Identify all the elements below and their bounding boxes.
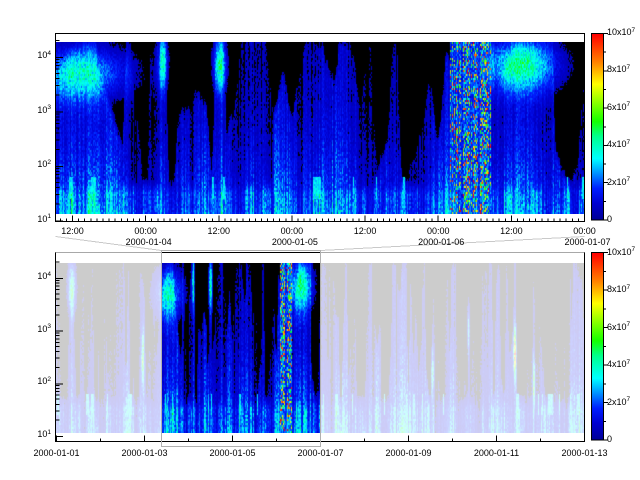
tick-mantissa: 10 <box>37 214 47 224</box>
colorbar-tick-value: 2x10 <box>607 177 627 187</box>
tick-exponent: 3 <box>47 104 51 111</box>
colorbar-tick-value: 0 <box>607 214 612 224</box>
bottom-y-tick-label: 103 <box>14 325 51 335</box>
tick-mantissa: 10 <box>37 159 47 169</box>
bottom-y-tick-label: 102 <box>14 377 51 387</box>
bottom-y-tick-label: 101 <box>14 430 51 440</box>
top-x-tick-time: 12:00 <box>61 227 84 236</box>
colorbar-tick-exponent: 7 <box>627 64 631 71</box>
colorbar-tick-exponent: 7 <box>627 139 631 146</box>
context-colorbar-tick-label: 2x107 <box>607 398 630 408</box>
tick-mantissa: 10 <box>37 429 47 439</box>
colorbar-tick-value: 0 <box>607 434 612 444</box>
colorbar-tick-exponent: 7 <box>627 359 631 366</box>
tick-exponent: 4 <box>47 50 51 57</box>
top-x-tick-time: 00:00 <box>134 227 157 236</box>
colorbar-tick-value: 4x10 <box>607 359 627 369</box>
colorbar-tick-exponent: 7 <box>632 246 636 253</box>
context-dim-overlay-left <box>56 253 161 441</box>
colorbar-tick-exponent: 7 <box>627 284 631 291</box>
tick-exponent: 1 <box>47 429 51 436</box>
bottom-x-tick-date: 2000-01-07 <box>297 449 343 458</box>
colorbar-tick-value: 6x10 <box>607 102 627 112</box>
context-colorbar-tick-label: 8x107 <box>607 285 630 295</box>
top-x-tick-time: 12:00 <box>500 227 523 236</box>
context-colorbar-tick-label: 6x107 <box>607 323 630 333</box>
detail-colorbar-gradient <box>592 34 603 220</box>
bottom-x-tick-date: 2000-01-03 <box>121 449 167 458</box>
context-colorbar-tick-label: 4x107 <box>607 360 630 370</box>
detail-spectrogram-image <box>56 42 584 214</box>
top-x-tick-date: 2000-01-07 <box>564 238 610 247</box>
tick-exponent: 2 <box>47 159 51 166</box>
top-x-tick-date: 2000-01-05 <box>272 238 318 247</box>
bottom-x-tick-date: 2000-01-13 <box>561 449 607 458</box>
detail-colorbar-tick-label: 2x107 <box>607 178 630 188</box>
top-x-tick-time: 00:00 <box>427 227 450 236</box>
colorbar-tick-value: 4x10 <box>607 139 627 149</box>
context-dim-overlay-right <box>321 253 584 441</box>
context-colorbar-gradient <box>592 253 603 440</box>
tick-exponent: 4 <box>47 271 51 278</box>
spectrogram-figure: 10410310210110410310210112:0000:002000-0… <box>0 0 640 480</box>
colorbar-tick-exponent: 7 <box>627 176 631 183</box>
tick-mantissa: 10 <box>37 105 47 115</box>
top-x-tick-date: 2000-01-04 <box>126 238 172 247</box>
tick-mantissa: 10 <box>37 271 47 281</box>
detail-colorbar-tick-label: 10x107 <box>607 28 635 38</box>
top-x-tick-time: 12:00 <box>354 227 377 236</box>
top-y-tick-label: 101 <box>14 215 51 225</box>
colorbar-tick-value: 6x10 <box>607 322 627 332</box>
tick-mantissa: 10 <box>37 324 47 334</box>
tick-exponent: 2 <box>47 376 51 383</box>
tick-exponent: 1 <box>47 213 51 220</box>
top-x-tick-time: 00:00 <box>573 227 596 236</box>
top-x-tick-date: 2000-01-06 <box>418 238 464 247</box>
bottom-y-tick-label: 104 <box>14 272 51 282</box>
colorbar-tick-exponent: 7 <box>632 27 636 34</box>
colorbar-tick-exponent: 7 <box>627 321 631 328</box>
colorbar-tick-value: 2x10 <box>607 397 627 407</box>
bottom-x-tick-date: 2000-01-09 <box>385 449 431 458</box>
tick-mantissa: 10 <box>37 50 47 60</box>
tick-exponent: 3 <box>47 323 51 330</box>
detail-colorbar-tick-label: 8x107 <box>607 65 630 75</box>
top-x-tick-time: 00:00 <box>281 227 304 236</box>
context-colorbar-tick-label: 10x107 <box>607 248 635 258</box>
detail-colorbar-tick-label: 0 <box>607 215 612 225</box>
bottom-x-tick-date: 2000-01-01 <box>33 449 79 458</box>
top-y-tick-label: 103 <box>14 106 51 116</box>
colorbar-tick-exponent: 7 <box>627 396 631 403</box>
bottom-x-tick-date: 2000-01-05 <box>209 449 255 458</box>
top-y-tick-label: 104 <box>14 51 51 61</box>
context-colorbar-tick-label: 0 <box>607 435 612 445</box>
top-x-tick-time: 12:00 <box>208 227 231 236</box>
detail-colorbar-tick-label: 4x107 <box>607 140 630 150</box>
bottom-x-tick-date: 2000-01-11 <box>474 449 519 458</box>
tick-mantissa: 10 <box>37 376 47 386</box>
top-y-tick-label: 102 <box>14 160 51 170</box>
colorbar-tick-value: 8x10 <box>607 64 627 74</box>
detail-colorbar-tick-label: 6x107 <box>607 103 630 113</box>
colorbar-tick-value: 8x10 <box>607 284 627 294</box>
colorbar-tick-exponent: 7 <box>627 101 631 108</box>
colorbar-tick-value: 10x10 <box>607 247 632 257</box>
colorbar-tick-value: 10x10 <box>607 27 632 37</box>
